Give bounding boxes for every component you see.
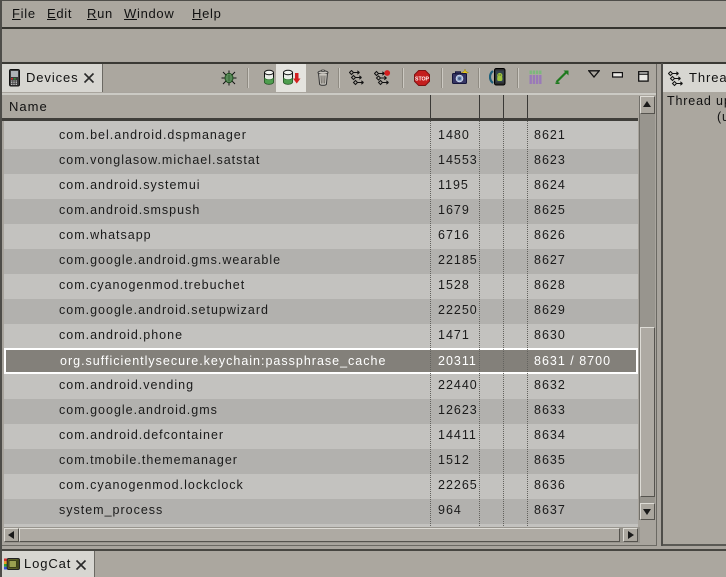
svg-text:STOP: STOP <box>415 76 430 82</box>
